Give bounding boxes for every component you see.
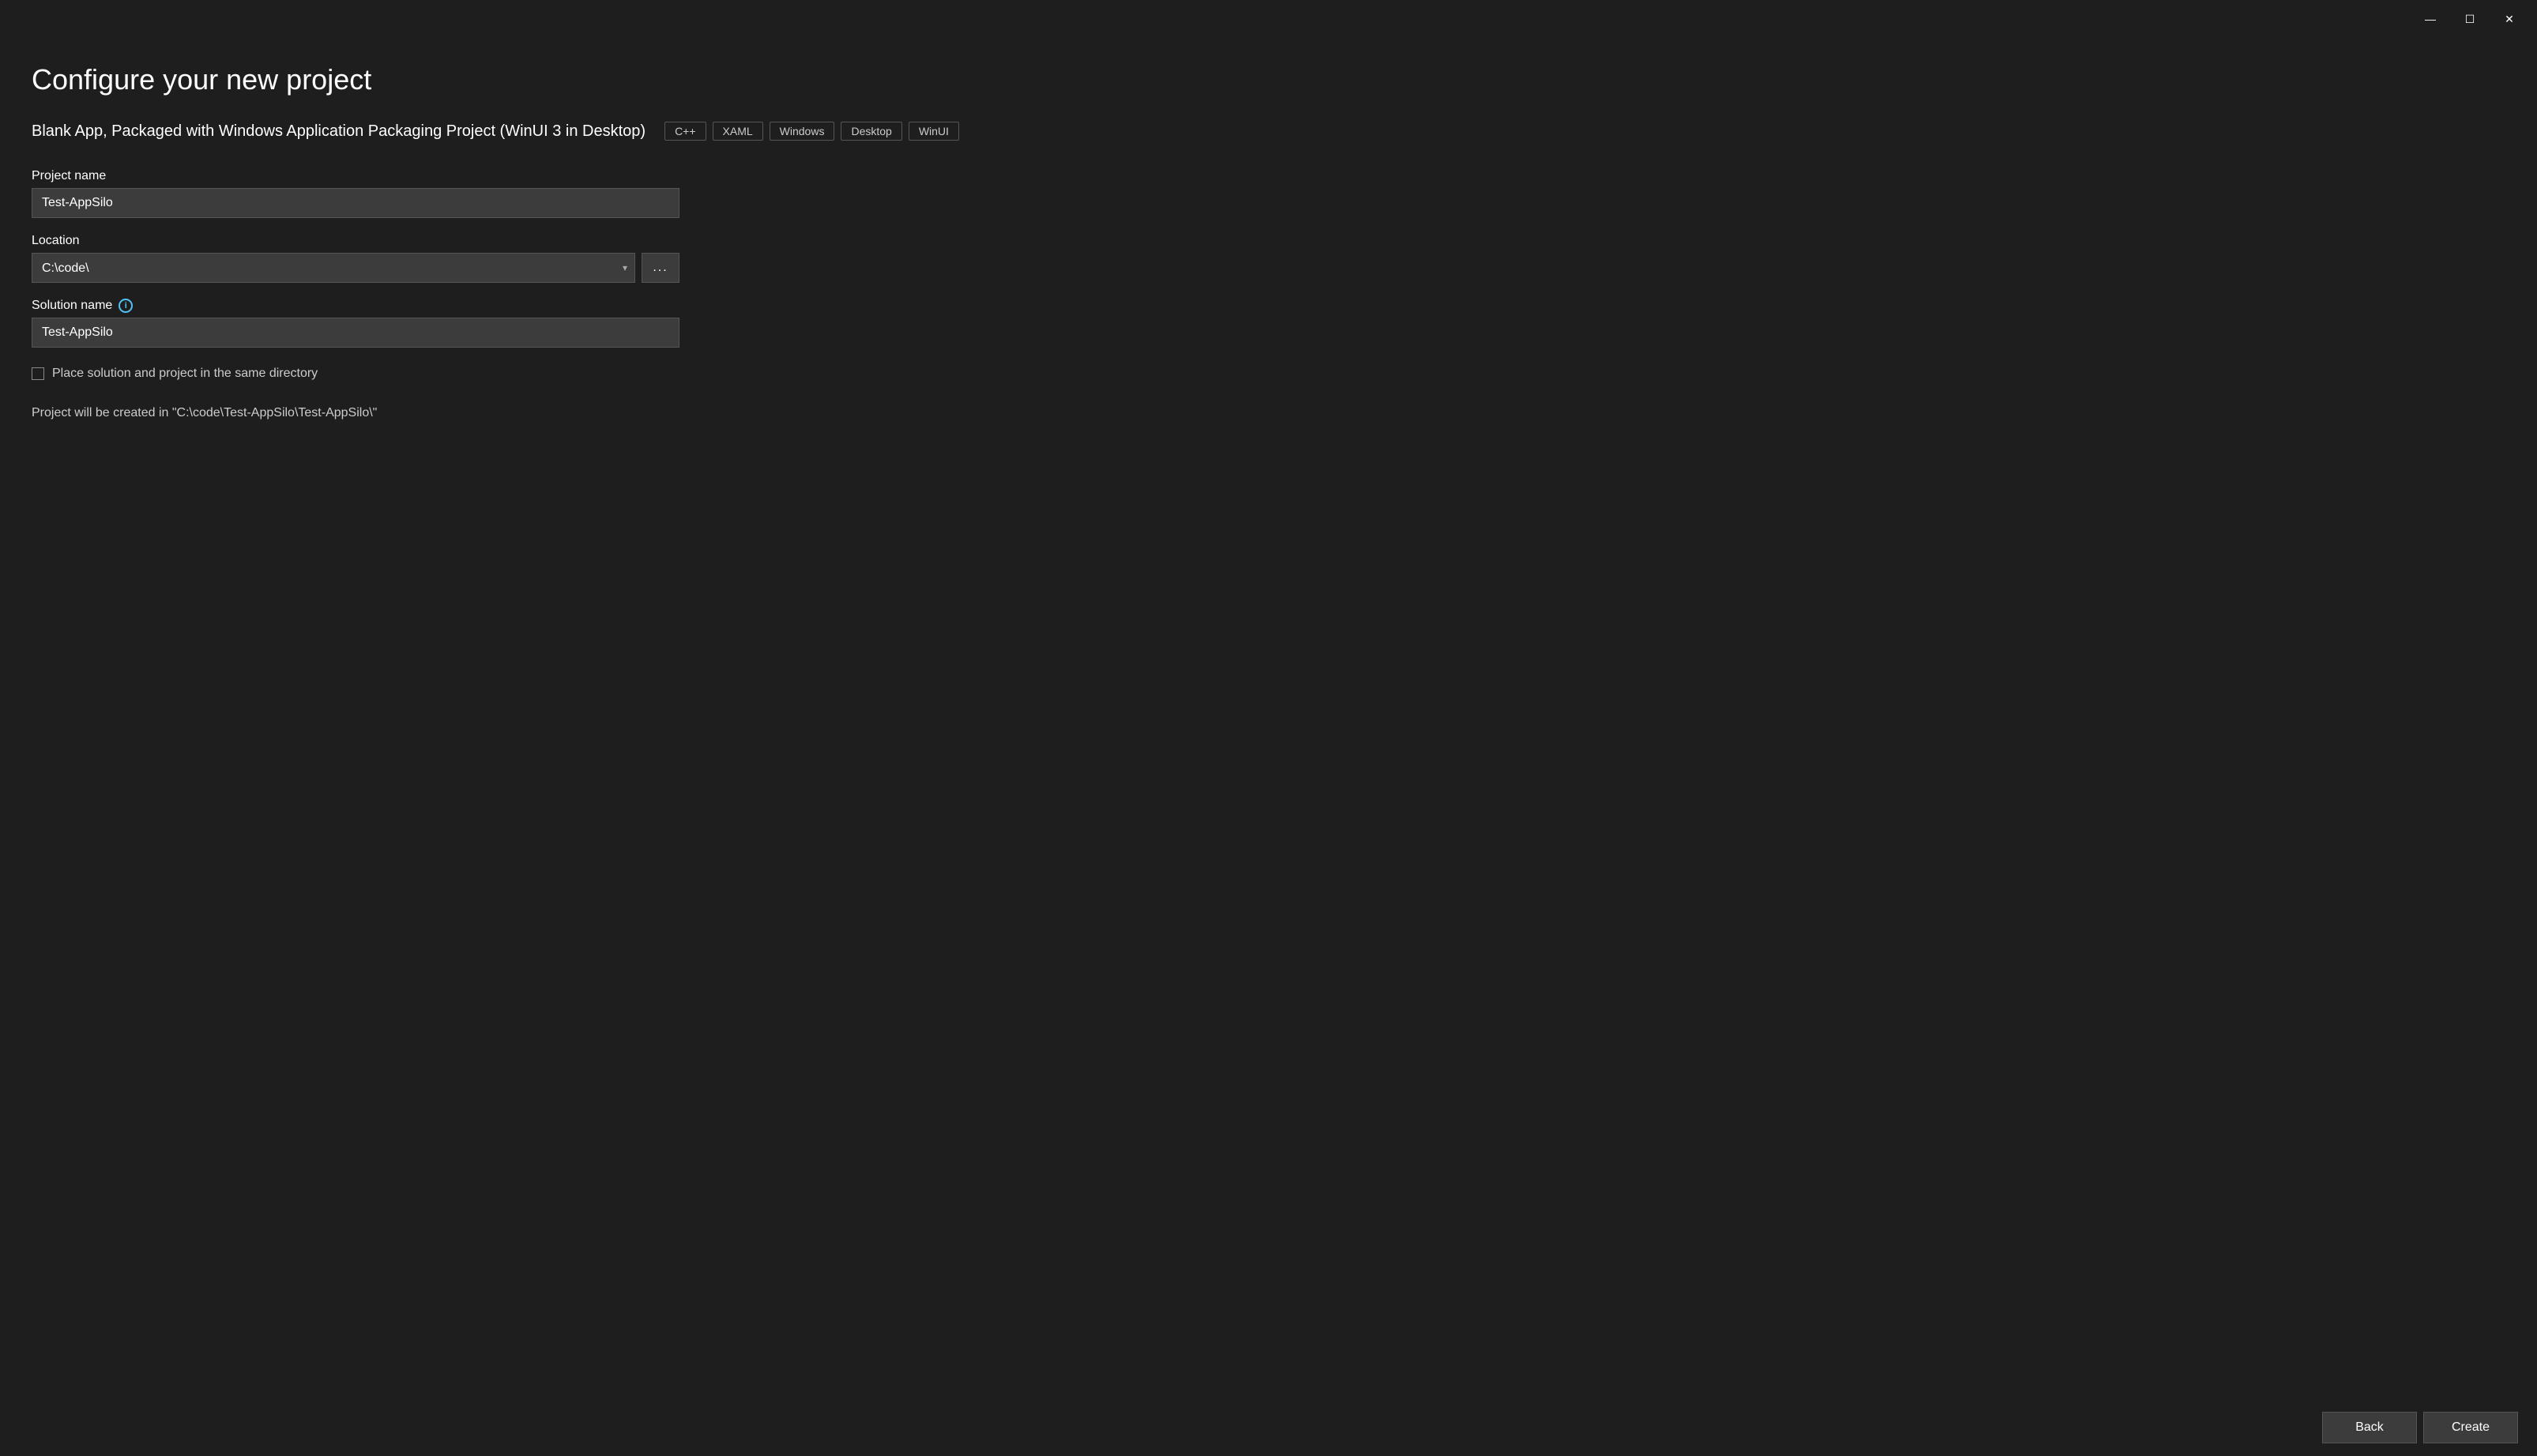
title-bar: — ☐ ✕ — [0, 0, 2537, 38]
location-select[interactable]: C:\code\ — [32, 253, 635, 283]
main-content: Configure your new project Blank App, Pa… — [0, 38, 2537, 1399]
location-label: Location — [32, 234, 679, 248]
project-name-group: Project name — [32, 169, 679, 218]
solution-name-input[interactable] — [32, 318, 679, 348]
minimize-button[interactable]: — — [2412, 6, 2449, 32]
tag-xaml: XAML — [713, 122, 763, 141]
solution-name-group: Solution name i — [32, 299, 679, 348]
back-button[interactable]: Back — [2322, 1412, 2417, 1443]
tag-winui: WinUI — [909, 122, 959, 141]
location-select-wrapper: C:\code\ ▾ — [32, 253, 635, 283]
footer: Back Create — [0, 1399, 2537, 1456]
project-name-input[interactable] — [32, 188, 679, 218]
same-directory-checkbox[interactable] — [32, 367, 44, 380]
browse-button[interactable]: ... — [642, 253, 679, 283]
project-path-info: Project will be created in "C:\code\Test… — [32, 406, 679, 420]
page-title: Configure your new project — [32, 63, 2505, 96]
maximize-button[interactable]: ☐ — [2452, 6, 2488, 32]
tag-cpp: C++ — [664, 122, 706, 141]
project-type-row: Blank App, Packaged with Windows Applica… — [32, 122, 2505, 141]
close-button[interactable]: ✕ — [2491, 6, 2528, 32]
location-group: Location C:\code\ ▾ ... — [32, 234, 679, 283]
tag-windows: Windows — [770, 122, 835, 141]
location-row: C:\code\ ▾ ... — [32, 253, 679, 283]
project-name-label: Project name — [32, 169, 679, 183]
form-section: Project name Location C:\code\ ▾ ... Sol… — [32, 169, 679, 420]
create-button[interactable]: Create — [2423, 1412, 2518, 1443]
same-directory-label: Place solution and project in the same d… — [52, 367, 318, 381]
info-icon[interactable]: i — [119, 299, 133, 313]
solution-name-label: Solution name i — [32, 299, 679, 313]
same-directory-row: Place solution and project in the same d… — [32, 367, 679, 381]
tag-desktop: Desktop — [841, 122, 902, 141]
project-type-label: Blank App, Packaged with Windows Applica… — [32, 122, 646, 141]
